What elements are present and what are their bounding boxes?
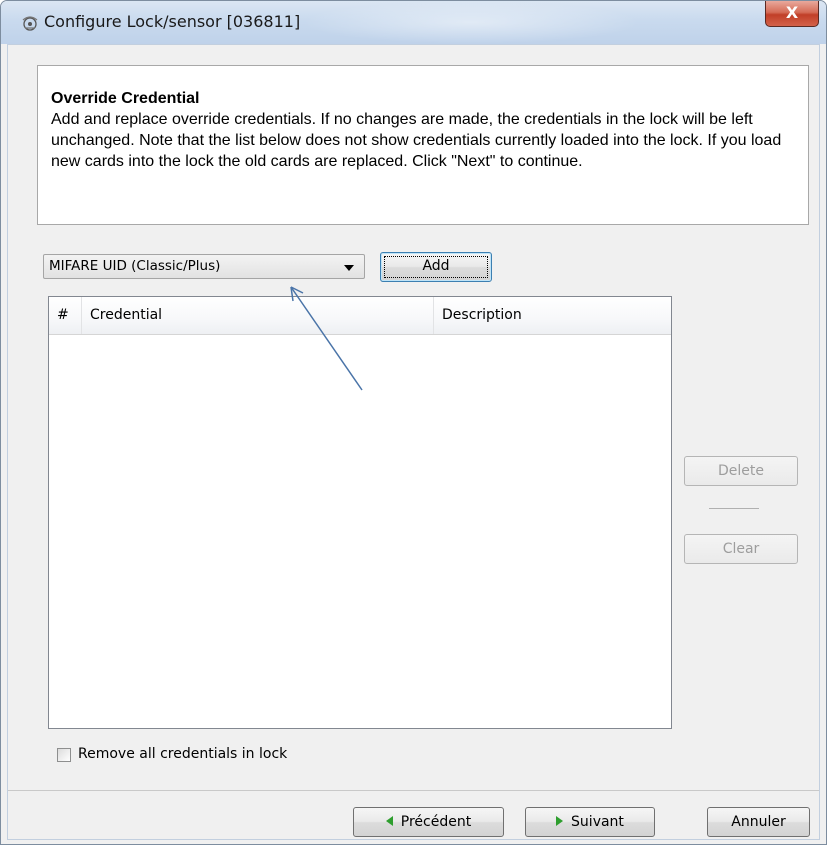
previous-button[interactable]: Précédent	[353, 807, 504, 837]
list-header: # Credential Description	[49, 297, 671, 335]
column-header-number[interactable]: #	[49, 297, 82, 334]
previous-button-label: Précédent	[400, 814, 472, 830]
window-title: Configure Lock/sensor [036811]	[44, 12, 301, 31]
info-title: Override Credential	[51, 90, 200, 107]
credential-type-select[interactable]: MIFARE UID (Classic/Plus)	[43, 254, 365, 279]
delete-button[interactable]: Delete	[684, 456, 798, 486]
remove-all-label: Remove all credentials in lock	[78, 746, 288, 762]
next-button-label: Suivant	[571, 814, 624, 830]
close-button[interactable]: X	[765, 1, 819, 27]
title-bar[interactable]: Configure Lock/sensor [036811] X	[1, 1, 826, 44]
focus-rect	[384, 256, 488, 278]
add-button[interactable]: Add	[380, 252, 492, 282]
info-panel: Override Credential Add and replace over…	[37, 65, 809, 225]
button-separator	[709, 508, 759, 509]
credential-type-value: MIFARE UID (Classic/Plus)	[49, 258, 221, 274]
chevron-down-icon[interactable]	[344, 265, 354, 271]
clear-button[interactable]: Clear	[684, 534, 798, 564]
title-glow	[301, 1, 641, 44]
footer-divider	[8, 790, 819, 791]
info-description: Add and replace override credentials. If…	[51, 111, 782, 170]
next-button[interactable]: Suivant	[525, 807, 655, 837]
arrow-left-icon	[385, 816, 393, 826]
column-header-description[interactable]: Description	[434, 297, 671, 334]
dialog-window: Configure Lock/sensor [036811] X Overrid…	[0, 0, 827, 845]
credential-list[interactable]: # Credential Description	[48, 296, 672, 729]
lock-sensor-icon	[22, 16, 38, 31]
arrow-right-icon	[556, 816, 564, 826]
column-header-credential[interactable]: Credential	[82, 297, 434, 334]
remove-all-checkbox[interactable]	[57, 748, 71, 762]
cancel-button[interactable]: Annuler	[707, 807, 810, 837]
dialog-body: Override Credential Add and replace over…	[7, 44, 820, 840]
